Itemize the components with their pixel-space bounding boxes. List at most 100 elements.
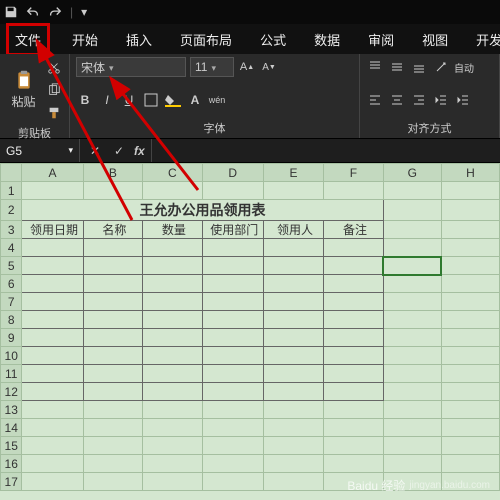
cell[interactable]: 数量: [143, 221, 202, 239]
cell[interactable]: [441, 257, 499, 275]
cell[interactable]: [143, 401, 202, 419]
font-family-select[interactable]: 宋体: [76, 57, 186, 77]
formula-input[interactable]: [152, 139, 500, 162]
cell[interactable]: [263, 293, 323, 311]
cell[interactable]: [22, 239, 83, 257]
worksheet[interactable]: ABCDEFGH12王允办公用品领用表3领用日期名称数量使用部门领用人备注456…: [0, 163, 500, 500]
cell[interactable]: [22, 473, 83, 491]
row-header[interactable]: 3: [1, 221, 22, 239]
row-header[interactable]: 13: [1, 401, 22, 419]
cell[interactable]: [83, 455, 142, 473]
cell[interactable]: [441, 329, 499, 347]
row-header[interactable]: 8: [1, 311, 22, 329]
col-header[interactable]: G: [383, 164, 441, 182]
cell[interactable]: [383, 365, 441, 383]
copy-icon[interactable]: [45, 80, 63, 100]
menu-devtools[interactable]: 开发工具: [470, 26, 500, 53]
cell[interactable]: [22, 311, 83, 329]
cell[interactable]: [202, 293, 263, 311]
cell[interactable]: [383, 437, 441, 455]
cell[interactable]: [263, 182, 323, 200]
cell[interactable]: [83, 473, 142, 491]
cell[interactable]: [143, 311, 202, 329]
row-header[interactable]: 11: [1, 365, 22, 383]
cell[interactable]: [263, 473, 323, 491]
row-header[interactable]: 6: [1, 275, 22, 293]
cell[interactable]: [383, 347, 441, 365]
cell[interactable]: [324, 311, 383, 329]
cell[interactable]: [202, 401, 263, 419]
cell[interactable]: [263, 275, 323, 293]
phonetic-icon[interactable]: wén: [208, 90, 226, 110]
menu-home[interactable]: 开始: [66, 26, 104, 53]
cell[interactable]: [83, 329, 142, 347]
cell[interactable]: [441, 383, 499, 401]
cell[interactable]: [22, 437, 83, 455]
cell[interactable]: [441, 200, 499, 221]
cell[interactable]: [83, 401, 142, 419]
cell[interactable]: [263, 365, 323, 383]
cell[interactable]: [143, 275, 202, 293]
cancel-fx-icon[interactable]: ✕: [86, 141, 104, 161]
cell[interactable]: [83, 419, 142, 437]
italic-button[interactable]: I: [98, 90, 116, 110]
wrap-text-button[interactable]: 自动: [454, 57, 474, 77]
cell[interactable]: [143, 419, 202, 437]
fill-color-icon[interactable]: [164, 90, 182, 110]
cell[interactable]: [263, 437, 323, 455]
align-middle-icon[interactable]: [388, 57, 406, 77]
menu-review[interactable]: 审阅: [362, 26, 400, 53]
cell[interactable]: [441, 311, 499, 329]
cell[interactable]: [202, 419, 263, 437]
cell[interactable]: [143, 239, 202, 257]
cell[interactable]: [22, 455, 83, 473]
col-header[interactable]: B: [83, 164, 142, 182]
cell[interactable]: [83, 365, 142, 383]
orientation-icon[interactable]: [432, 57, 450, 77]
row-header[interactable]: 4: [1, 239, 22, 257]
cell[interactable]: [441, 347, 499, 365]
col-header[interactable]: E: [263, 164, 323, 182]
cell[interactable]: [22, 329, 83, 347]
cell[interactable]: [324, 293, 383, 311]
cell[interactable]: [263, 311, 323, 329]
indent-inc-icon[interactable]: [454, 90, 472, 110]
cell[interactable]: [383, 401, 441, 419]
cell[interactable]: [202, 383, 263, 401]
cell[interactable]: [441, 182, 499, 200]
cell[interactable]: [83, 275, 142, 293]
cell[interactable]: [83, 239, 142, 257]
cell[interactable]: 王允办公用品领用表: [22, 200, 383, 221]
decrease-font-icon[interactable]: A▼: [260, 57, 278, 77]
align-bottom-icon[interactable]: [410, 57, 428, 77]
font-size-select[interactable]: 11: [190, 57, 234, 77]
cell[interactable]: [202, 365, 263, 383]
cell[interactable]: [202, 311, 263, 329]
cell[interactable]: [383, 275, 441, 293]
bold-button[interactable]: B: [76, 90, 94, 110]
cell[interactable]: [263, 419, 323, 437]
cell[interactable]: 领用日期: [22, 221, 83, 239]
cell[interactable]: [441, 419, 499, 437]
cell[interactable]: [263, 401, 323, 419]
cell[interactable]: [263, 257, 323, 275]
cell[interactable]: [383, 182, 441, 200]
cell[interactable]: 领用人: [263, 221, 323, 239]
cell[interactable]: [202, 257, 263, 275]
cell[interactable]: [324, 419, 383, 437]
cell[interactable]: [324, 455, 383, 473]
cell[interactable]: [441, 437, 499, 455]
menu-formula[interactable]: 公式: [254, 26, 292, 53]
enter-fx-icon[interactable]: ✓: [110, 141, 128, 161]
align-right-icon[interactable]: [410, 90, 428, 110]
cell[interactable]: [83, 257, 142, 275]
cell[interactable]: [22, 275, 83, 293]
cell[interactable]: [202, 275, 263, 293]
cell[interactable]: 名称: [83, 221, 142, 239]
cell[interactable]: [22, 419, 83, 437]
cell[interactable]: [324, 239, 383, 257]
row-header[interactable]: 5: [1, 257, 22, 275]
cell[interactable]: [202, 347, 263, 365]
cell[interactable]: [83, 437, 142, 455]
col-header[interactable]: H: [441, 164, 499, 182]
